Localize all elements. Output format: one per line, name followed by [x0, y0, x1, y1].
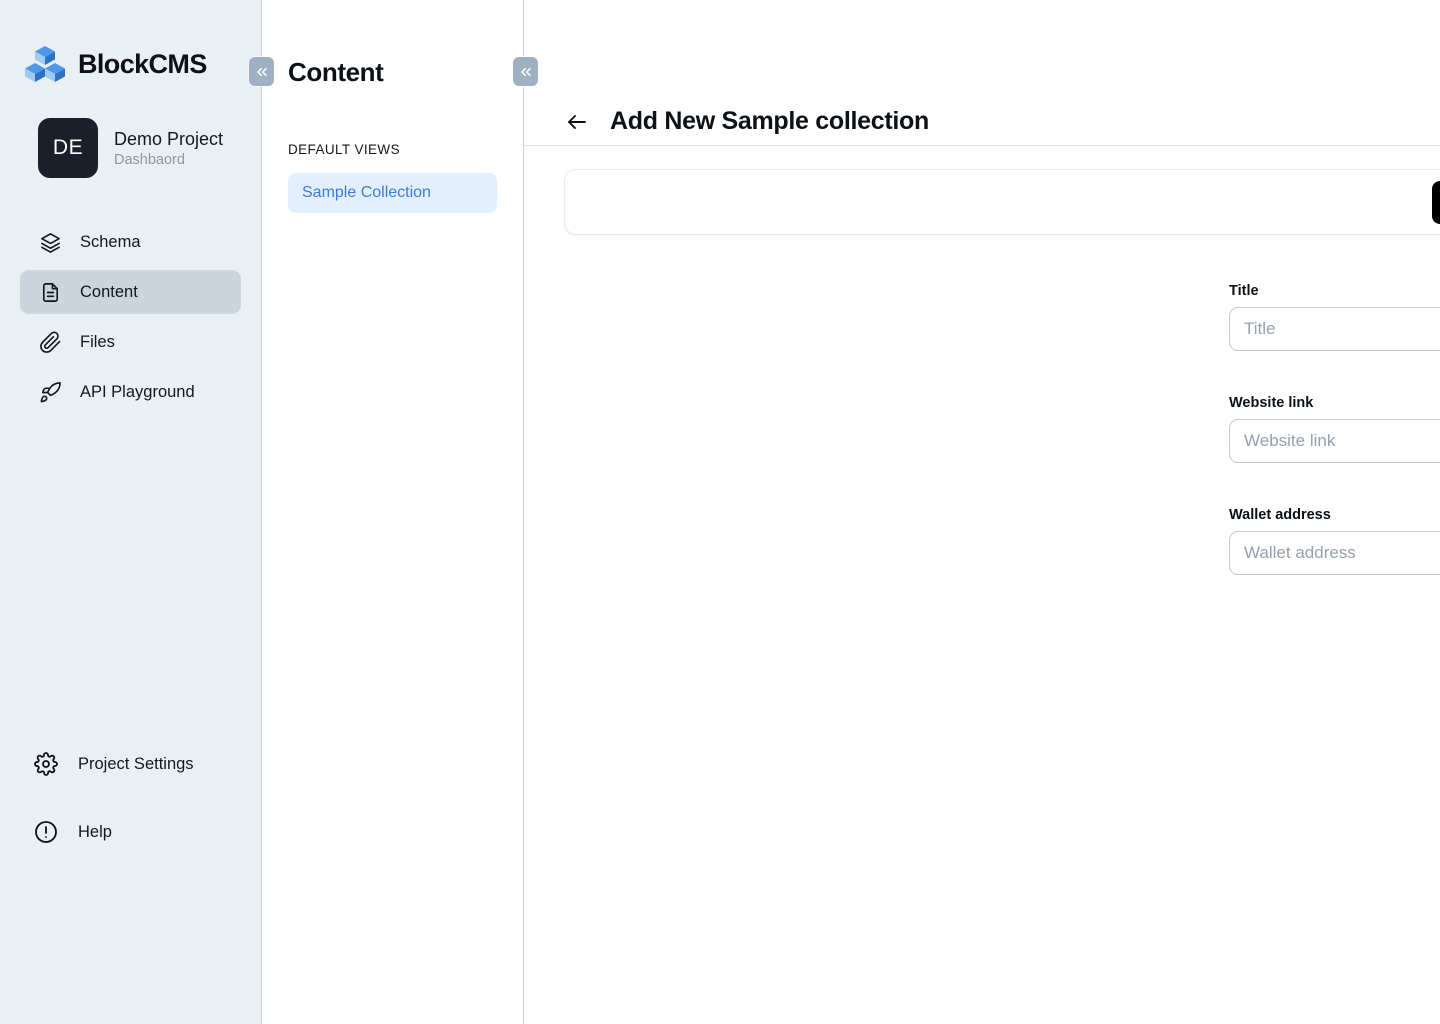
content-list-panel: Content DEFAULT VIEWS Sample Collection	[262, 0, 524, 1024]
sidebar: BlockCMS DE Demo Project Dashbaord Schem…	[0, 0, 262, 1024]
rocket-icon	[38, 380, 62, 404]
project-card[interactable]: DE Demo Project Dashbaord	[0, 84, 261, 178]
save-button[interactable]: Save	[1431, 180, 1440, 224]
action-toolbar: Save Save and Publish	[564, 169, 1440, 235]
form-field-website-link: Website link Clear	[1229, 395, 1440, 487]
sidebar-item-label: Schema	[80, 232, 141, 251]
sidebar-item-content[interactable]: Content	[20, 270, 241, 314]
field-footer: Clear	[1229, 469, 1440, 487]
field-footer: Required Clear	[1229, 357, 1440, 375]
brand-name: BlockCMS	[78, 48, 207, 79]
sidebar-item-label: Help	[78, 822, 112, 841]
project-subtitle: Dashbaord	[114, 151, 185, 168]
page-title: Content	[288, 57, 384, 87]
collapse-sidebar-button[interactable]	[249, 57, 274, 86]
exclamation-circle-icon	[34, 820, 58, 844]
entry-form: Title Required Clear Website link Clear …	[524, 235, 1440, 599]
sidebar-item-files[interactable]: Files	[20, 320, 241, 364]
sidebar-item-label: API Playground	[80, 382, 195, 401]
gear-icon	[34, 752, 58, 776]
field-label: Wallet address	[1229, 507, 1331, 523]
field-footer: Clear	[1229, 581, 1440, 599]
form-field-wallet-address: Wallet address Clear	[1229, 507, 1440, 599]
sidebar-item-label: Project Settings	[78, 754, 194, 773]
project-title: Demo Project	[114, 128, 224, 149]
project-meta: Demo Project Dashbaord	[114, 129, 223, 168]
default-views-label: DEFAULT VIEWS	[288, 142, 400, 157]
arrow-left-icon[interactable]	[564, 109, 590, 135]
layers-icon	[38, 230, 62, 254]
list-item[interactable]: Sample Collection	[288, 173, 497, 213]
chevron-double-left-icon	[518, 64, 534, 80]
page-header: Add New Sample collection	[524, 0, 1440, 146]
paperclip-icon	[38, 330, 62, 354]
document-icon	[38, 280, 62, 304]
title-input[interactable]	[1229, 307, 1440, 351]
main-content: 0×00a1......23rxrH Add New Sample collec…	[524, 0, 1440, 1024]
sidebar-item-api-playground[interactable]: API Playground	[20, 370, 241, 414]
cubes-logo-icon	[24, 44, 66, 84]
field-label: Website link	[1229, 395, 1314, 411]
sidebar-item-help[interactable]: Help	[20, 810, 241, 854]
app-root: BlockCMS DE Demo Project Dashbaord Schem…	[0, 0, 1440, 1024]
form-field-title: Title Required Clear	[1229, 283, 1440, 375]
collection-list: Sample Collection	[288, 173, 497, 213]
secondary-nav: Project Settings Help	[0, 742, 261, 1024]
chevron-double-left-icon	[254, 64, 270, 80]
wallet-address-input[interactable]	[1229, 531, 1440, 575]
primary-nav: Schema Content Files API Playground	[0, 220, 261, 414]
collapse-list-panel-button[interactable]	[513, 57, 538, 86]
website-link-input[interactable]	[1229, 419, 1440, 463]
field-label: Title	[1229, 283, 1259, 299]
sidebar-item-schema[interactable]: Schema	[20, 220, 241, 264]
brand[interactable]: BlockCMS	[0, 0, 261, 84]
sidebar-item-label: Files	[80, 332, 115, 351]
sidebar-item-label: Content	[80, 282, 138, 301]
avatar: DE	[38, 118, 98, 178]
sidebar-item-project-settings[interactable]: Project Settings	[20, 742, 241, 786]
page-heading: Add New Sample collection	[610, 107, 929, 135]
